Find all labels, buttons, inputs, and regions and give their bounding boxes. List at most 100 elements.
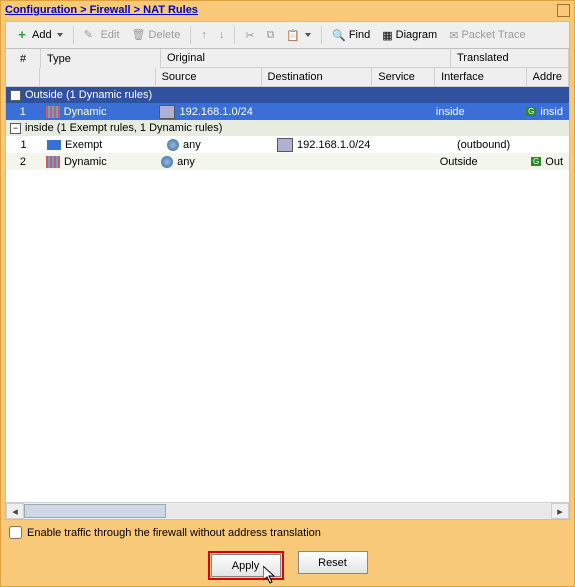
row-dst [259, 103, 368, 120]
find-button[interactable]: 🔍Find [327, 26, 375, 45]
row-addr: GOut [525, 153, 569, 170]
group-label: Outside (1 Dynamic rules) [25, 89, 152, 101]
badge-icon: G [531, 157, 541, 166]
toolbar: +Add ✎Edit 🗑Delete ↑ ↓ ✂ ⧉ 📋 🔍Find ▦ Diag… [5, 21, 570, 49]
network-icon [159, 105, 175, 119]
dropdown-icon [57, 33, 63, 37]
table-row[interactable]: 2 Dynamic any Outside GOut [6, 153, 569, 170]
trash-icon: 🗑 [132, 28, 146, 42]
horizontal-scrollbar[interactable]: ◂ ▸ [6, 502, 569, 519]
row-int: Outside [434, 153, 525, 170]
row-dst: 192.168.1.0/24 [271, 136, 386, 153]
paste-button[interactable]: 📋 [281, 26, 316, 45]
arrow-down-icon: ↓ [219, 29, 225, 41]
apply-highlight: Apply [208, 551, 284, 580]
enable-bypass-row: Enable traffic through the firewall with… [9, 526, 566, 539]
trace-icon: ✉ [449, 29, 458, 42]
row-addr: Ginsid [520, 103, 569, 120]
paste-icon: 📋 [286, 29, 300, 42]
move-down-button[interactable]: ↓ [214, 26, 230, 44]
table-row[interactable]: 1 Dynamic 192.168.1.0/24 inside Ginsid [6, 103, 569, 120]
row-type: Dynamic [40, 153, 155, 170]
row-src: 192.168.1.0/24 [153, 103, 258, 120]
scroll-right-icon[interactable]: ▸ [551, 503, 569, 519]
button-row: Apply Reset [1, 551, 574, 580]
grid-body: −Outside (1 Dynamic rules) 1 Dynamic 192… [6, 87, 569, 502]
row-addr [546, 136, 569, 153]
table-row[interactable]: 1 Exempt any 192.168.1.0/24 (outbound) [6, 136, 569, 153]
any-icon [161, 156, 173, 168]
row-svc [368, 103, 430, 120]
breadcrumb[interactable]: Configuration > Firewall > NAT Rules [5, 4, 198, 16]
col-num[interactable]: # [6, 49, 41, 68]
col-service[interactable]: Service [372, 68, 435, 87]
delete-label: Delete [149, 29, 181, 41]
row-type: Dynamic [40, 103, 154, 120]
scroll-left-icon[interactable]: ◂ [6, 503, 24, 519]
row-num: 1 [6, 136, 41, 153]
row-type: Exempt [41, 136, 161, 153]
magnifier-icon: 🔍 [332, 29, 346, 42]
apply-button[interactable]: Apply [211, 554, 281, 577]
diagram-label: Diagram [396, 29, 438, 41]
packet-trace-button[interactable]: ✉Packet Trace [444, 26, 530, 45]
enable-bypass-checkbox[interactable] [9, 526, 22, 539]
separator [234, 26, 235, 44]
separator [190, 26, 191, 44]
title-bar: Configuration > Firewall > NAT Rules [1, 1, 574, 19]
pencil-icon: ✎ [84, 28, 98, 42]
arrow-up-icon: ↑ [201, 29, 207, 41]
exempt-icon [47, 140, 61, 150]
copy-button[interactable]: ⧉ [262, 26, 280, 45]
row-num: 1 [6, 103, 40, 120]
collapse-icon[interactable]: − [10, 123, 21, 134]
diagram-icon: ▦ [382, 29, 392, 42]
dynamic-icon [46, 106, 60, 118]
reset-button[interactable]: Reset [298, 551, 368, 574]
col-num2 [6, 68, 40, 87]
rules-grid: # Type Original Translated Source Destin… [5, 49, 570, 520]
dynamic-icon [46, 156, 60, 168]
row-src: any [155, 153, 261, 170]
separator [73, 26, 74, 44]
find-label: Find [349, 29, 370, 41]
col-destination[interactable]: Destination [262, 68, 373, 87]
col-interface[interactable]: Interface [435, 68, 527, 87]
row-dst [261, 153, 371, 170]
grid-header: # Type Original Translated Source Destin… [6, 49, 569, 87]
col-original[interactable]: Original [161, 49, 451, 68]
cut-button[interactable]: ✂ [240, 26, 259, 45]
plus-icon: + [15, 28, 29, 42]
collapse-icon[interactable]: − [10, 90, 21, 101]
group-outside[interactable]: −Outside (1 Dynamic rules) [6, 87, 569, 103]
group-inside[interactable]: −inside (1 Exempt rules, 1 Dynamic rules… [6, 120, 569, 136]
move-up-button[interactable]: ↑ [196, 26, 212, 44]
enable-bypass-label: Enable traffic through the firewall with… [27, 527, 321, 539]
row-num: 2 [6, 153, 40, 170]
any-icon [167, 139, 179, 151]
scroll-thumb[interactable] [24, 504, 166, 518]
window-restore-icon[interactable] [557, 4, 570, 17]
row-svc [371, 153, 434, 170]
diagram-button[interactable]: ▦ Diagram [377, 26, 442, 45]
badge-icon: G [526, 107, 536, 116]
col-address[interactable]: Addre [527, 68, 569, 87]
group-label: inside (1 Exempt rules, 1 Dynamic rules) [25, 122, 222, 134]
col-translated[interactable]: Translated [451, 49, 569, 68]
add-label: Add [32, 29, 52, 41]
row-src: any [161, 136, 271, 153]
edit-button[interactable]: ✎Edit [79, 25, 125, 45]
edit-label: Edit [101, 29, 120, 41]
col-type2 [40, 68, 156, 87]
delete-button[interactable]: 🗑Delete [127, 25, 186, 45]
col-type[interactable]: Type [41, 49, 161, 68]
scissors-icon: ✂ [245, 29, 254, 42]
add-button[interactable]: +Add [10, 25, 68, 45]
col-source[interactable]: Source [156, 68, 262, 87]
network-icon [277, 138, 293, 152]
trace-label: Packet Trace [461, 29, 525, 41]
row-int: (outbound) [451, 136, 546, 153]
row-int: inside [430, 103, 520, 120]
copy-icon: ⧉ [267, 29, 275, 42]
scroll-track[interactable] [24, 504, 551, 518]
